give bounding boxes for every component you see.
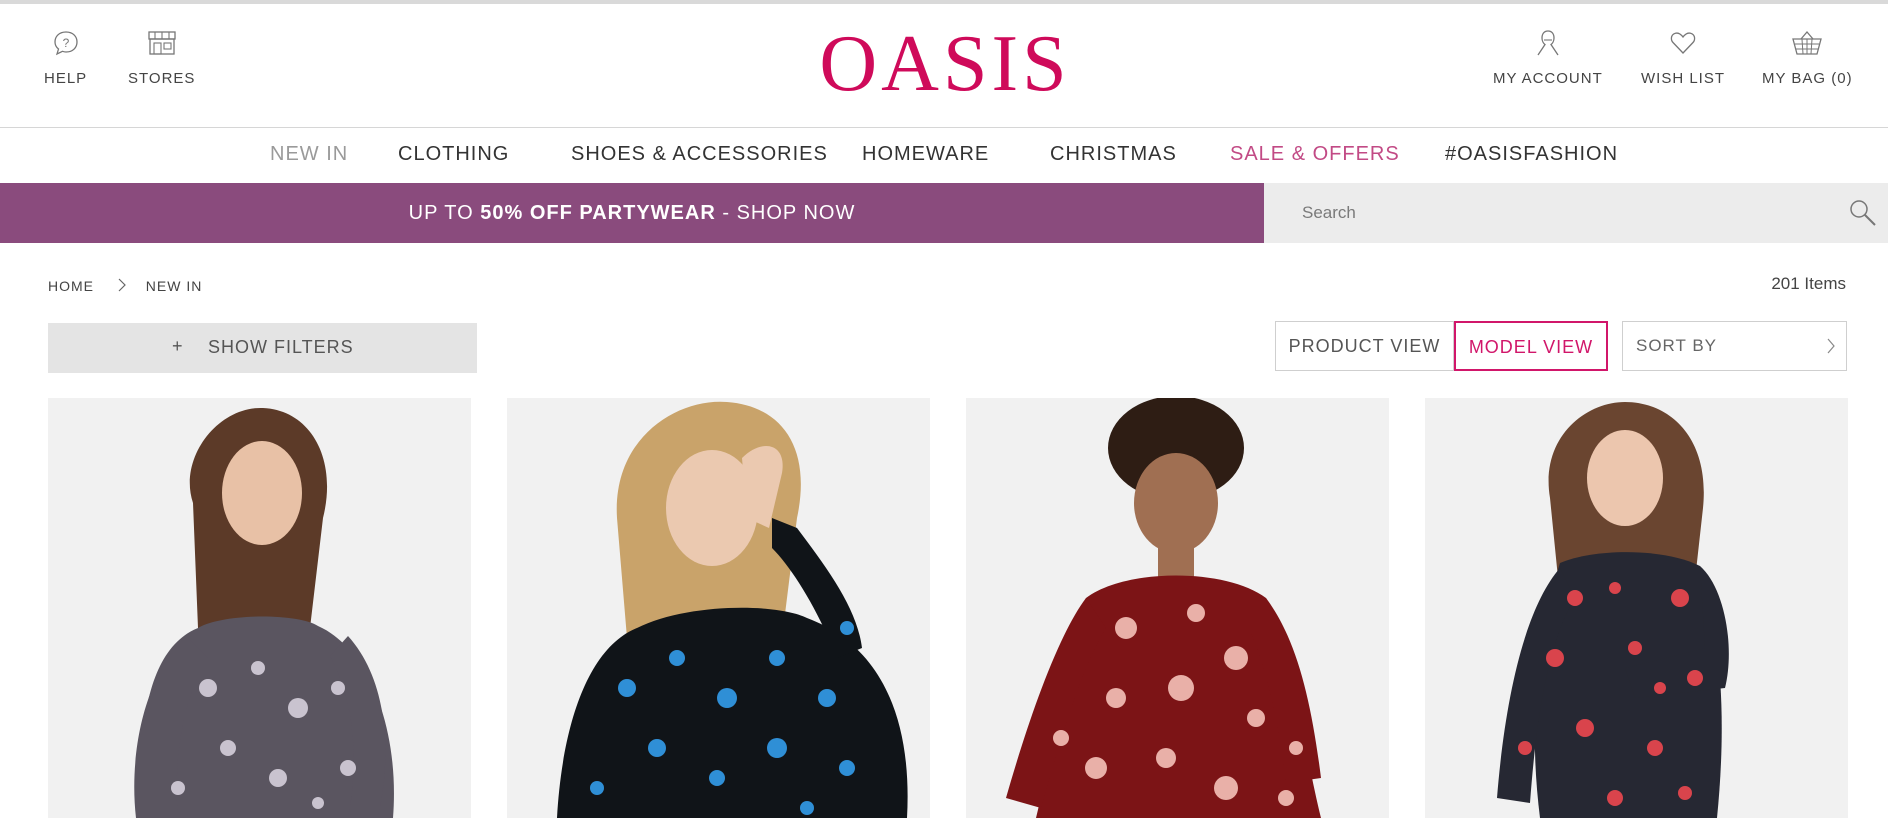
my-account-label: MY ACCOUNT [1493, 70, 1603, 87]
sort-by-dropdown[interactable]: SORT BY [1622, 321, 1847, 371]
nav-item-oasisfashion[interactable]: #OASISFASHION [1445, 143, 1618, 166]
site-header: ? HELP STORES OASIS MY ACCOUNT WISH LIST [0, 4, 1888, 128]
stores-link[interactable]: STORES [128, 28, 195, 87]
chevron-right-icon [1826, 338, 1836, 359]
search-bar [1264, 183, 1888, 243]
wish-list-label: WISH LIST [1641, 70, 1726, 87]
account-icon [1537, 30, 1559, 56]
model-face [1587, 430, 1663, 526]
product-image [966, 398, 1389, 818]
breadcrumb-current: NEW IN [145, 278, 203, 295]
nav-item-shoes-accessories[interactable]: SHOES & ACCESSORIES [571, 143, 828, 166]
product-card[interactable] [507, 398, 930, 818]
wish-list-link[interactable]: WISH LIST [1641, 28, 1725, 87]
svg-text:?: ? [62, 36, 69, 50]
my-bag-link[interactable]: MY BAG (0) [1762, 28, 1853, 87]
product-card[interactable] [1425, 398, 1848, 818]
heart-icon [1670, 32, 1696, 54]
product-card[interactable] [966, 398, 1389, 818]
model-face [1134, 453, 1218, 553]
sort-by-label: SORT BY [1636, 336, 1718, 355]
chevron-right-icon [117, 278, 127, 295]
model-view-button[interactable]: MODEL VIEW [1454, 321, 1608, 371]
nav-item-sale-offers[interactable]: SALE & OFFERS [1230, 143, 1400, 166]
product-image [48, 398, 471, 818]
breadcrumb-home[interactable]: HOME [48, 278, 94, 294]
search-icon[interactable] [1848, 198, 1878, 233]
breadcrumb: HOME NEW IN [48, 277, 202, 295]
product-view-button[interactable]: PRODUCT VIEW [1275, 321, 1454, 371]
plus-icon: + [172, 336, 184, 356]
oasis-logo[interactable]: OASIS [810, 24, 1080, 104]
product-image [507, 398, 930, 818]
nav-item-new-in[interactable]: NEW IN [270, 143, 348, 166]
item-count: 201 Items [1771, 274, 1846, 293]
nav-item-homeware[interactable]: HOMEWARE [862, 143, 989, 166]
stores-label: STORES [128, 70, 196, 87]
show-filters-button[interactable]: + SHOW FILTERS [48, 323, 477, 373]
help-chat-icon: ? [53, 31, 78, 56]
nav-item-christmas[interactable]: CHRISTMAS [1050, 143, 1177, 166]
search-input[interactable] [1264, 183, 1824, 243]
promo-text-highlight: 50% OFF PARTYWEAR [480, 202, 716, 224]
model-face [222, 441, 302, 545]
nav-item-clothing[interactable]: CLOTHING [398, 143, 509, 166]
help-label: HELP [44, 70, 88, 87]
product-card[interactable] [48, 398, 471, 818]
product-image [1425, 398, 1848, 818]
promo-text-1: UP TO [408, 202, 481, 224]
main-nav: NEW IN CLOTHING SHOES & ACCESSORIES HOME… [0, 129, 1888, 183]
promo-text-3: - SHOP NOW [715, 202, 856, 224]
help-link[interactable]: ? HELP [44, 28, 87, 87]
basket-icon [1792, 31, 1823, 55]
show-filters-label: SHOW FILTERS [208, 337, 354, 357]
my-account-link[interactable]: MY ACCOUNT [1493, 28, 1603, 87]
promo-banner[interactable]: UP TO 50% OFF PARTYWEAR - SHOP NOW [0, 183, 1264, 243]
store-icon [148, 31, 176, 55]
my-bag-label: MY BAG (0) [1762, 70, 1853, 87]
